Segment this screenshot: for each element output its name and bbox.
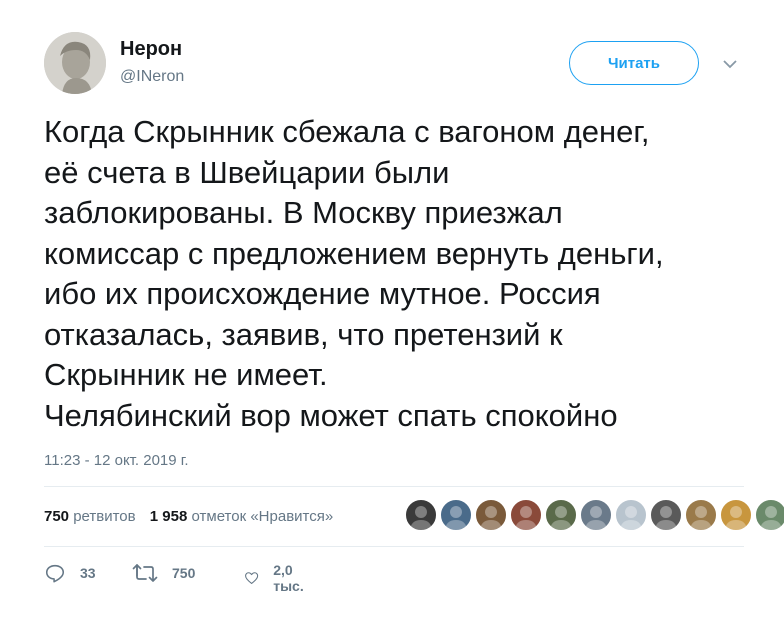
tweet-line: ибо их происхождение мутное. Россия <box>44 276 601 311</box>
reply-count: 33 <box>80 565 96 581</box>
liker-avatar[interactable] <box>684 498 718 532</box>
liker-avatar[interactable] <box>719 498 753 532</box>
person-icon <box>410 506 432 530</box>
retweets-count: 750 <box>44 508 70 525</box>
person-icon <box>655 506 677 530</box>
liker-avatar[interactable] <box>754 498 784 532</box>
liker-avatar[interactable] <box>404 498 438 532</box>
retweet-icon <box>132 564 158 582</box>
liker-avatar[interactable] <box>614 498 648 532</box>
tweet-timestamp[interactable]: 11:23 - 12 окт. 2019 г. <box>44 452 189 469</box>
liker-avatar[interactable] <box>439 498 473 532</box>
tweet-line: Скрынник не имеет. <box>44 357 328 392</box>
liker-avatar[interactable] <box>474 498 508 532</box>
engagement-stats: 750 ретвитов 1 958 отметок «Нравится» <box>44 508 343 525</box>
divider <box>44 546 744 547</box>
likes-stat[interactable]: 1 958 отметок «Нравится» <box>150 508 333 525</box>
reply-button[interactable]: 33 <box>44 562 96 584</box>
person-icon <box>690 506 712 530</box>
tweet-line: Когда Скрынник сбежала с вагоном денег, <box>44 114 650 149</box>
tweet-line: комиссар с предложением вернуть деньги, <box>44 235 664 271</box>
person-icon <box>620 506 642 530</box>
person-icon <box>515 506 537 530</box>
tweet-line: заблокированы. В Москву приезжал <box>44 195 563 230</box>
retweet-button[interactable]: 750 <box>132 562 195 584</box>
follow-button[interactable]: Читать <box>569 41 699 85</box>
avatar-image <box>44 32 106 94</box>
likes-label: отметок «Нравится» <box>191 508 334 525</box>
liker-avatar[interactable] <box>509 498 543 532</box>
tweet-text: Когда Скрынник сбежала с вагоном денег, … <box>44 112 764 436</box>
like-count: 2,0 тыс. <box>273 562 304 594</box>
reply-icon <box>45 564 65 583</box>
person-icon <box>760 506 782 530</box>
person-icon <box>480 506 502 530</box>
liker-avatar[interactable] <box>579 498 613 532</box>
chevron-down-icon[interactable] <box>722 58 738 70</box>
avatar[interactable] <box>44 32 106 94</box>
divider <box>44 486 744 487</box>
author-handle[interactable]: @INeron <box>120 68 184 86</box>
retweets-label: ретвитов <box>73 508 136 525</box>
like-button[interactable]: 2,0 тыс. <box>244 562 310 594</box>
tweet-line: Челябинский вор может спать спокойно <box>44 397 618 433</box>
tweet-line: отказалась, заявив, что претензий к <box>44 316 563 352</box>
heart-icon <box>245 572 259 584</box>
retweet-count: 750 <box>172 565 196 581</box>
tweet-line: её счета в Швейцарии были <box>44 154 450 190</box>
person-icon <box>725 506 747 530</box>
liker-avatar[interactable] <box>544 498 578 532</box>
likes-count: 1 958 <box>149 508 188 525</box>
person-icon <box>550 506 572 530</box>
author-name[interactable]: Нерон <box>120 38 182 61</box>
likers-avatars <box>404 498 784 532</box>
liker-avatar[interactable] <box>649 498 683 532</box>
person-icon <box>585 506 607 530</box>
person-icon <box>445 506 467 530</box>
retweets-stat[interactable]: 750 ретвитов <box>44 508 136 525</box>
